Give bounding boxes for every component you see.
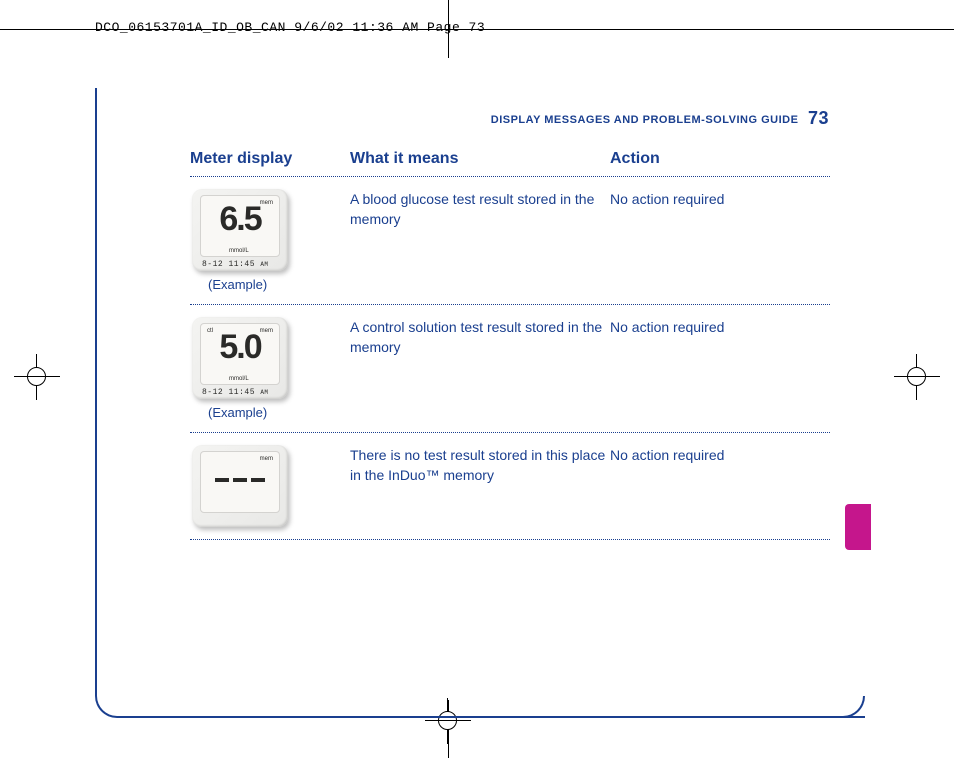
running-head-text: DISPLAY MESSAGES AND PROBLEM-SOLVING GUI… [491, 114, 799, 126]
table-header-row: Meter display What it means Action [190, 150, 840, 176]
meter-datetime: 8-12 11:45 AM [202, 388, 278, 397]
crop-line [0, 29, 954, 30]
crop-line [448, 0, 449, 58]
divider [190, 539, 830, 540]
meter-mem-label: mem [260, 456, 273, 462]
meter-datetime: 8-12 11:45 AM [202, 260, 278, 269]
print-slug: DCO_06153701A_ID_OB_CAN 9/6/02 11:36 AM … [95, 20, 485, 35]
meter-caption: (Example) [208, 277, 350, 292]
table-row: mem There is no test result stored in th… [190, 433, 840, 539]
cell-meaning: A blood glucose test result stored in th… [350, 189, 610, 230]
meter-mem-label: mem [260, 200, 273, 206]
meter-display-icon: mem 6.5 mmol/L 8-12 11:45 AM [192, 189, 288, 271]
cell-action: No action required [610, 189, 810, 209]
content-table: Meter display What it means Action mem 6… [190, 150, 840, 540]
meter-mem-label: mem [260, 328, 273, 334]
registration-mark-icon [902, 362, 932, 392]
meter-unit: mmol/L [229, 376, 249, 382]
cell-display: mem [190, 445, 350, 527]
meter-caption: (Example) [208, 405, 350, 420]
page-body: DISPLAY MESSAGES AND PROBLEM-SOLVING GUI… [95, 70, 869, 718]
page-number: 73 [808, 108, 829, 128]
meter-display-icon: mem [192, 445, 288, 527]
cell-action: No action required [610, 445, 810, 465]
table-row: mem 6.5 mmol/L 8-12 11:45 AM (Example) A… [190, 177, 840, 304]
running-head: DISPLAY MESSAGES AND PROBLEM-SOLVING GUI… [491, 108, 829, 129]
col-header-display: Meter display [190, 150, 350, 168]
cell-meaning: There is no test result stored in this p… [350, 445, 610, 486]
col-header-meaning: What it means [350, 150, 610, 168]
meter-display-icon: ctl mem 5.0 mmol/L 8-12 11:45 AM [192, 317, 288, 399]
meter-unit: mmol/L [229, 248, 249, 254]
col-header-action: Action [610, 150, 810, 168]
meter-ctl-label: ctl [207, 328, 213, 334]
cell-display: mem 6.5 mmol/L 8-12 11:45 AM (Example) [190, 189, 350, 292]
table-row: ctl mem 5.0 mmol/L 8-12 11:45 AM (Exampl… [190, 305, 840, 432]
cell-display: ctl mem 5.0 mmol/L 8-12 11:45 AM (Exampl… [190, 317, 350, 420]
registration-mark-icon [22, 362, 52, 392]
cell-meaning: A control solution test result stored in… [350, 317, 610, 358]
cell-action: No action required [610, 317, 810, 337]
